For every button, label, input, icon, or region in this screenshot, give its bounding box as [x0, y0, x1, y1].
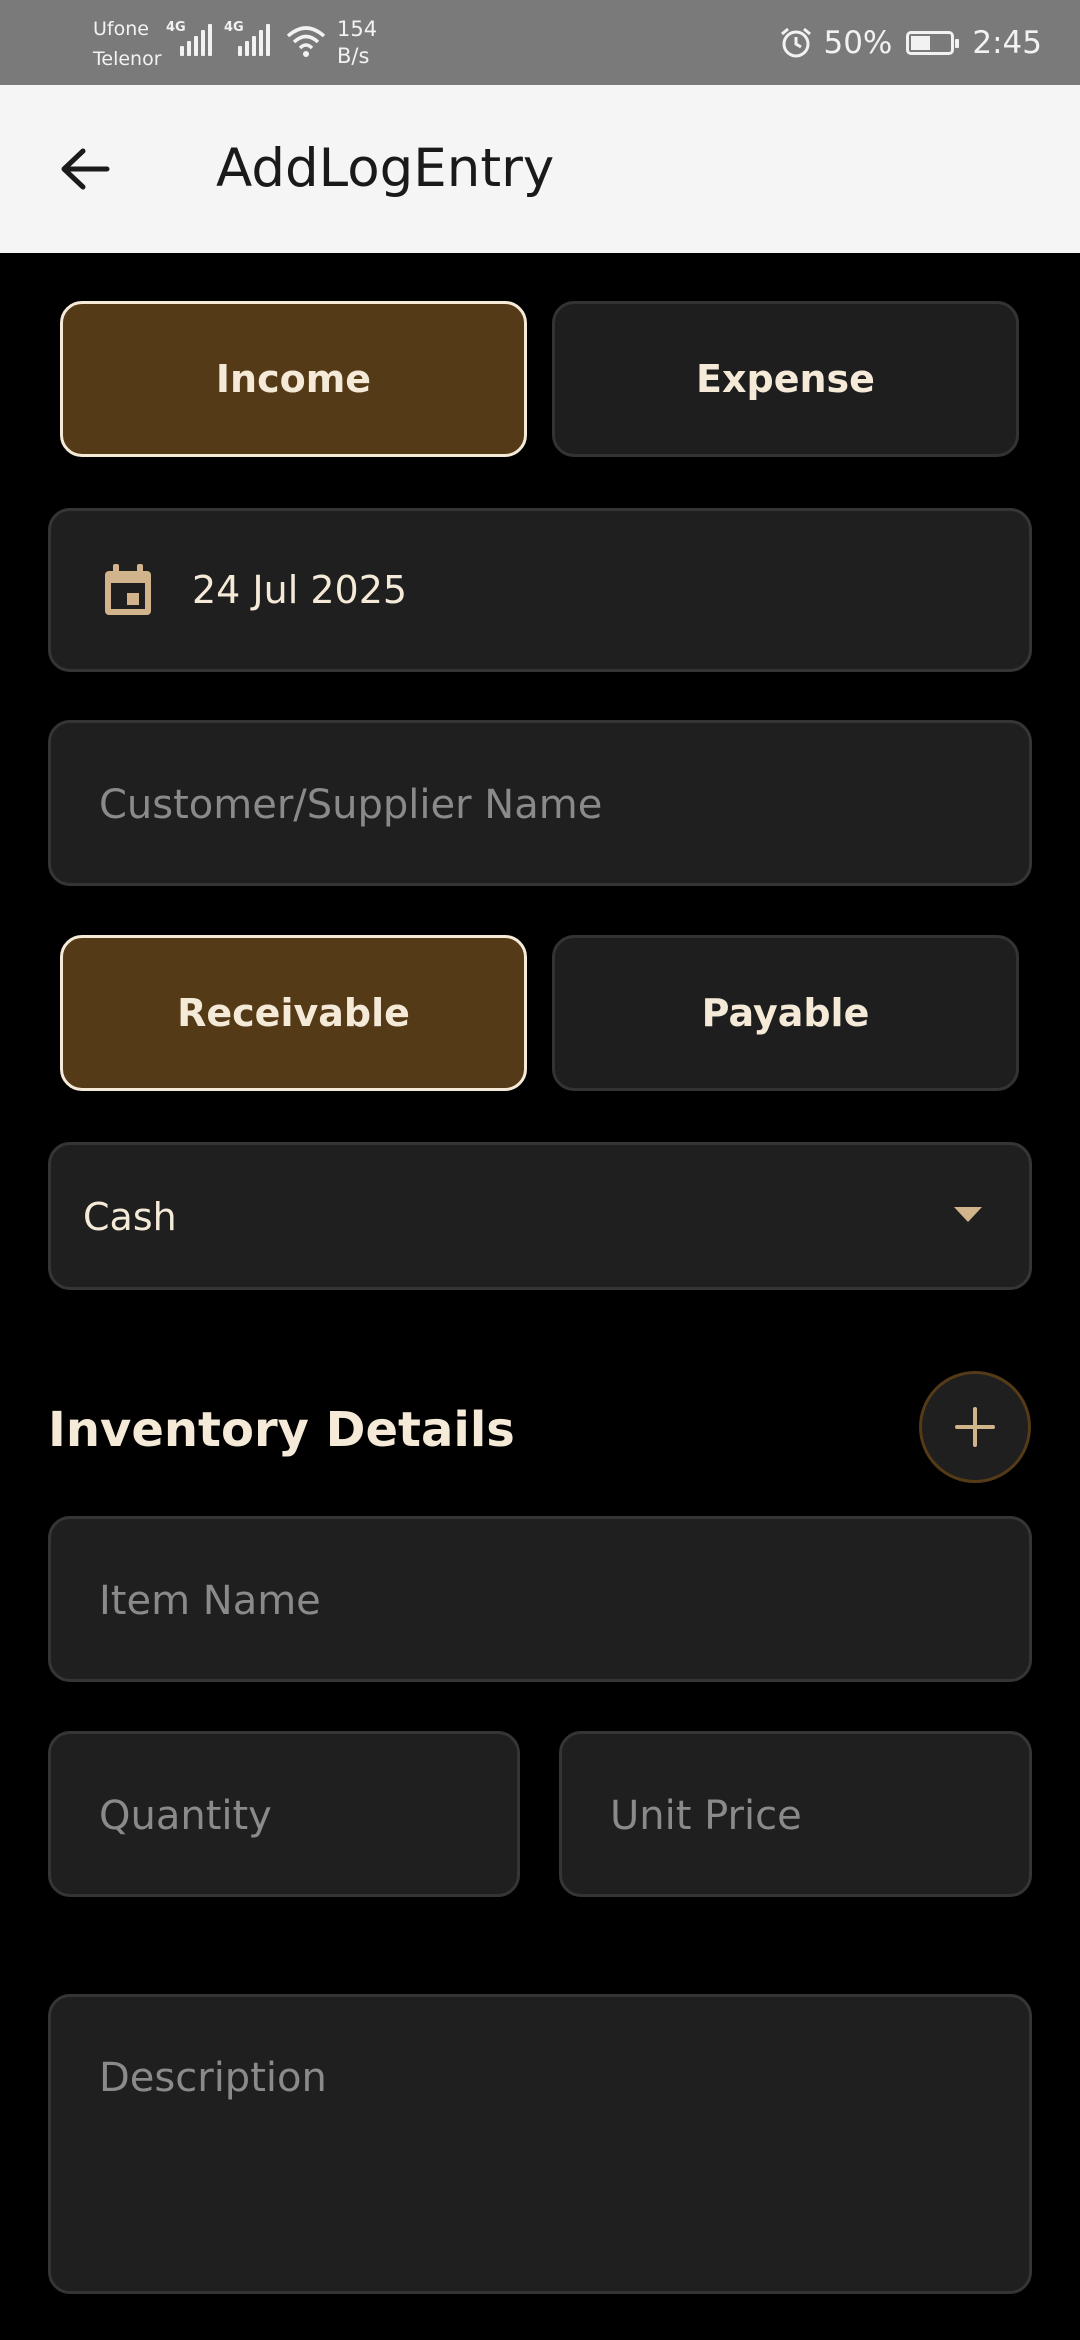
unit-price-placeholder: Unit Price	[610, 1793, 802, 1839]
alarm-icon	[781, 27, 812, 57]
receivable-label: Receivable	[177, 991, 410, 1035]
status-bar: Ufone Telenor 4G 4G 154 B/s 50% 2:45	[0, 0, 1080, 85]
add-inventory-button[interactable]	[919, 1371, 1031, 1483]
unit-price-input[interactable]: Unit Price	[559, 1731, 1032, 1897]
battery-percent: 50%	[823, 24, 893, 61]
expense-label: Expense	[696, 357, 875, 401]
quantity-placeholder: Quantity	[99, 1793, 272, 1839]
speed-value: 154	[337, 17, 378, 41]
plus-icon	[955, 1407, 995, 1447]
clock: 2:45	[972, 24, 1042, 61]
customer-supplier-placeholder: Customer/Supplier Name	[99, 782, 603, 828]
network-type-2: 4G	[224, 20, 244, 35]
payment-method-value: Cash	[83, 1195, 177, 1239]
date-field[interactable]: 24 Jul 2025	[48, 508, 1032, 672]
carrier-names: Ufone Telenor	[93, 14, 162, 74]
signal-icon: 4G	[166, 20, 216, 56]
date-value: 24 Jul 2025	[192, 568, 408, 612]
inventory-section-title: Inventory Details	[48, 1402, 515, 1458]
arrow-left-icon	[61, 148, 110, 190]
app-bar: AddLogEntry	[0, 85, 1080, 253]
carrier-1: Ufone	[93, 18, 149, 40]
network-speed: 154 B/s	[337, 16, 377, 70]
quantity-input[interactable]: Quantity	[48, 1731, 520, 1897]
description-placeholder: Description	[99, 2055, 327, 2101]
customer-supplier-input[interactable]: Customer/Supplier Name	[48, 720, 1032, 886]
battery-icon	[906, 30, 960, 55]
signal-icon: 4G	[224, 20, 274, 56]
description-input[interactable]: Description	[48, 1994, 1032, 2294]
payable-toggle[interactable]: Payable	[552, 935, 1019, 1091]
back-button[interactable]	[40, 127, 130, 211]
status-right: 50% 2:45	[779, 20, 1042, 65]
payable-label: Payable	[701, 991, 870, 1035]
expense-toggle[interactable]: Expense	[552, 301, 1019, 457]
item-name-input[interactable]: Item Name	[48, 1516, 1032, 1682]
income-toggle[interactable]: Income	[60, 301, 527, 457]
battery-level	[911, 35, 931, 50]
calendar-icon	[105, 564, 151, 615]
carrier-2: Telenor	[93, 48, 162, 70]
payment-method-dropdown[interactable]: Cash	[48, 1142, 1032, 1290]
item-name-placeholder: Item Name	[99, 1578, 321, 1624]
receivable-toggle[interactable]: Receivable	[60, 935, 527, 1091]
network-type-1: 4G	[166, 20, 186, 35]
speed-unit: B/s	[337, 44, 370, 68]
dropdown-arrow-icon	[954, 1207, 982, 1222]
wifi-icon	[286, 26, 326, 57]
page-title: AddLogEntry	[216, 138, 555, 199]
income-label: Income	[215, 357, 372, 401]
